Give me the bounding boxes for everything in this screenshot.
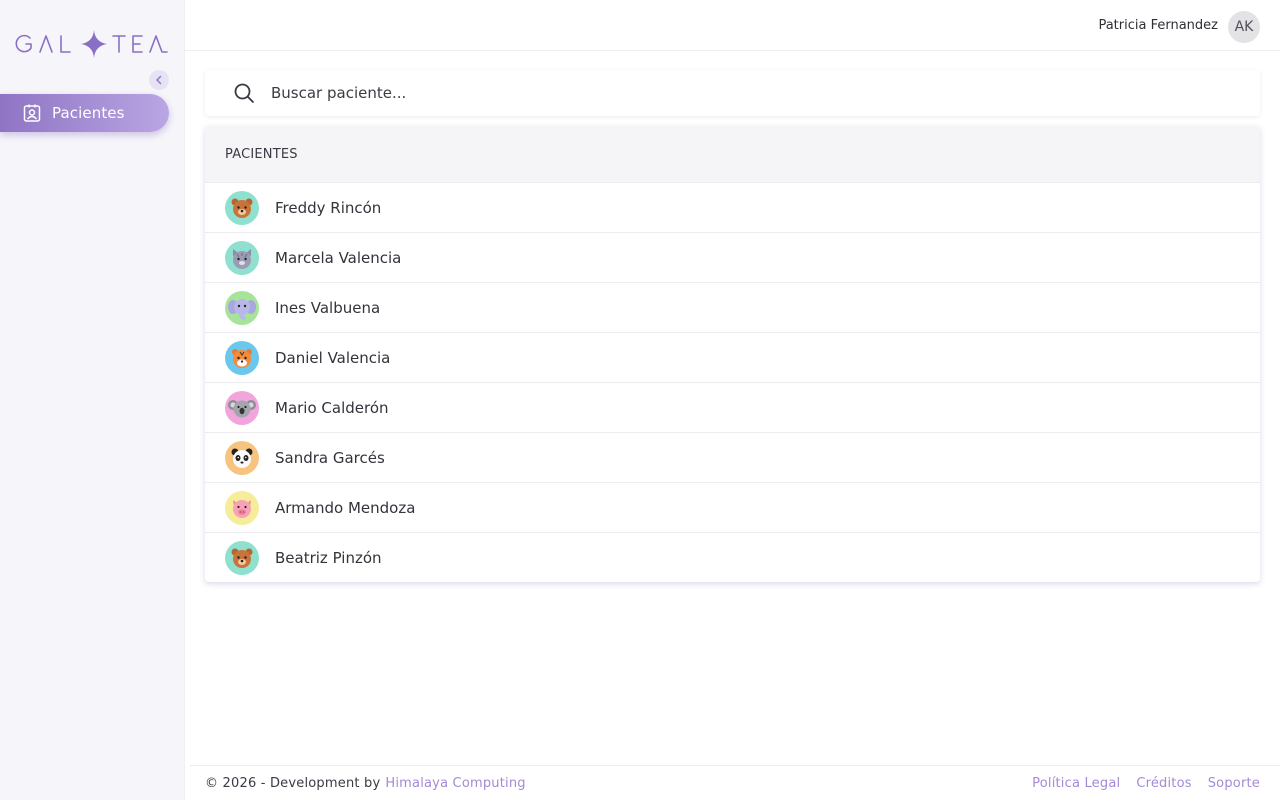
collapse-sidebar-button[interactable] [149,70,169,90]
patients-list-card: PACIENTES Freddy Rincón Marcela Valencia [205,126,1260,582]
koala-avatar-icon [225,390,259,425]
patient-name: Freddy Rincón [275,198,382,217]
patient-row[interactable]: Beatriz Pinzón [205,532,1260,582]
patient-name: Ines Valbuena [275,298,381,317]
elephant-avatar-icon [225,290,259,325]
patients-list-title: PACIENTES [225,146,298,162]
footer-link-support[interactable]: Soporte [1208,776,1260,791]
bear-avatar-icon [225,190,259,225]
sidebar-item-label: Pacientes [52,104,125,122]
cat-avatar-icon [225,240,259,275]
footer-link-legal[interactable]: Política Legal [1032,776,1120,791]
patient-name: Daniel Valencia [275,348,391,367]
patient-row[interactable]: Daniel Valencia [205,332,1260,382]
patients-list-header: PACIENTES [205,126,1260,182]
sidebar: Pacientes [0,0,185,800]
search-bar [205,70,1260,116]
footer: © 2026 - Development by Himalaya Computi… [190,765,1280,800]
search-input[interactable] [271,84,1171,102]
galatea-logo[interactable] [14,28,174,60]
patient-name: Beatriz Pinzón [275,548,382,567]
sidebar-item-pacientes[interactable]: Pacientes [0,94,169,132]
patient-badge-icon [22,103,42,123]
bear-avatar-icon [225,540,259,575]
footer-copyright: © 2026 - Development by [205,775,381,791]
patient-row[interactable]: Mario Calderón [205,382,1260,432]
pig-avatar-icon [225,490,259,525]
patient-row[interactable]: Ines Valbuena [205,282,1260,332]
patient-row[interactable]: Armando Mendoza [205,482,1260,532]
footer-link-credits[interactable]: Créditos [1136,776,1191,791]
search-icon [233,82,255,104]
patient-row[interactable]: Marcela Valencia [205,232,1260,282]
patient-name: Mario Calderón [275,398,389,417]
patient-name: Marcela Valencia [275,248,402,267]
top-header: Patricia Fernandez AK [185,0,1280,51]
patient-row[interactable]: Sandra Garcés [205,432,1260,482]
panda-avatar-icon [225,440,259,475]
patient-name: Sandra Garcés [275,448,385,467]
footer-company-link[interactable]: Himalaya Computing [385,776,525,791]
patient-name: Armando Mendoza [275,498,416,517]
user-name[interactable]: Patricia Fernandez [1098,18,1218,33]
tiger-avatar-icon [225,340,259,375]
chevron-left-icon [154,73,164,88]
user-avatar[interactable]: AK [1228,11,1260,43]
footer-links: Política Legal Créditos Soporte [1032,776,1260,791]
patient-row[interactable]: Freddy Rincón [205,182,1260,232]
